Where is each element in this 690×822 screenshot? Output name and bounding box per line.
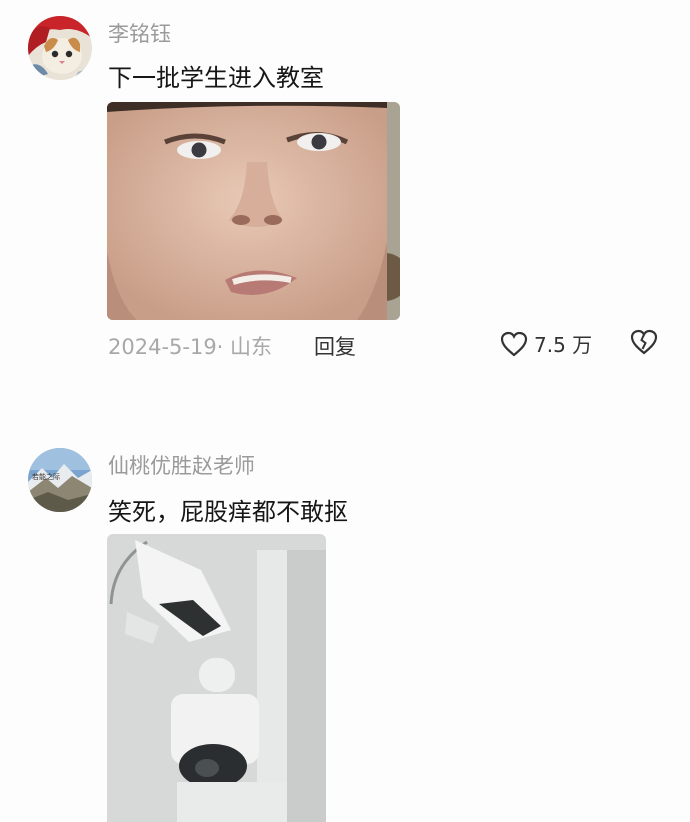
comment-item: 若能之际 仙桃优胜赵老师 笑死，屁股痒都不敢抠 [0,440,690,822]
svg-text:若能之际: 若能之际 [32,472,60,481]
comment-image[interactable] [107,102,400,320]
reply-button[interactable]: 回复 [314,331,356,361]
user-avatar[interactable] [28,16,92,80]
comment-text: 下一批学生进入教室 [108,64,324,92]
like-count: 7.5 万 [534,333,593,357]
comment-date-location: 2024-5-19· 山东 [108,335,273,359]
heart-outline-icon [500,331,528,356]
face-photo-icon [107,102,400,320]
landscape-avatar-icon: 若能之际 [28,448,92,512]
cat-avatar-icon [28,16,92,80]
comment-item: 李铭钰 下一批学生进入教室 2024-5-19· 山东 回复 7.5 万 [0,0,690,380]
like-button[interactable]: 7.5 万 [500,329,592,358]
broken-heart-icon [630,329,658,355]
comment-feed: 李铭钰 下一批学生进入教室 2024-5-19· 山东 回复 7.5 万 若能之… [0,0,690,822]
comment-image[interactable] [107,534,326,822]
user-avatar[interactable]: 若能之际 [28,448,92,512]
dislike-button[interactable] [630,329,658,359]
username[interactable]: 李铭钰 [108,18,171,48]
security-camera-photo-icon [107,534,326,822]
comment-text: 笑死，屁股痒都不敢抠 [108,498,348,526]
username[interactable]: 仙桃优胜赵老师 [108,450,255,480]
